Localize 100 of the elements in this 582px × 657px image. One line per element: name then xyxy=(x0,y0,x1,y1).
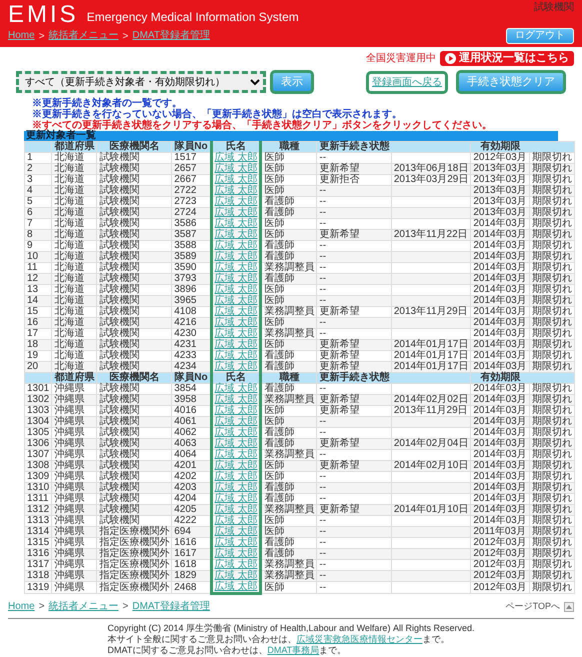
table-cell: 沖縄県 xyxy=(52,460,97,472)
table-cell: 医師 xyxy=(260,174,317,186)
table-cell: 1317 xyxy=(24,560,52,570)
table-cell: 1318 xyxy=(24,570,52,582)
table-cell: 医師 xyxy=(260,472,317,482)
table-cell: 北海道 xyxy=(52,252,97,262)
status-list-button[interactable]: 運用状況一覧はこちら xyxy=(440,51,574,66)
table-cell: 試験機関 xyxy=(96,296,172,306)
table-cell: 4 xyxy=(24,186,52,196)
table-cell: 期限切れ xyxy=(529,262,574,274)
table-cell: 沖縄県 xyxy=(52,450,97,460)
table-cell: 医師 xyxy=(260,406,317,416)
show-button[interactable]: 表示 xyxy=(270,70,314,94)
column-header: 有効期限 xyxy=(470,142,530,152)
table-cell: 2014年03月 xyxy=(470,494,530,504)
table-cell: 2013年03月 xyxy=(470,186,530,196)
table-cell: 期限切れ xyxy=(529,340,574,350)
table-cell: 期限切れ xyxy=(529,504,574,516)
table-cell: 2014年01月17日 xyxy=(391,362,471,372)
breadcrumb-link[interactable]: Home xyxy=(8,30,35,42)
disaster-status-label: 全国災害運用中 xyxy=(366,52,436,66)
table-cell: 2014年03月 xyxy=(470,274,530,284)
table-cell: 看護師 xyxy=(260,538,317,548)
table-cell: 医師 xyxy=(260,460,317,472)
table-cell: 看護師 xyxy=(260,482,317,494)
table-cell: 2013年11月29日 xyxy=(391,306,471,318)
table-cell: 看護師 xyxy=(260,350,317,362)
table-cell: 期限切れ xyxy=(529,208,574,218)
table-cell: 看護師 xyxy=(260,494,317,504)
table-cell: 試験機関 xyxy=(96,438,172,450)
table-cell: 医師 xyxy=(260,152,317,164)
table-cell: 2014年02月10日 xyxy=(391,460,471,472)
table-cell: 期限切れ xyxy=(529,548,574,560)
table-cell: 看護師 xyxy=(260,438,317,450)
table-cell: 沖縄県 xyxy=(52,472,97,482)
table-cell: 指定医療機関外 xyxy=(96,526,172,538)
table-cell: 更新希望 xyxy=(316,164,392,174)
table-cell: 沖縄県 xyxy=(52,416,97,428)
table-cell: 沖縄県 xyxy=(52,548,97,560)
table-cell: 期限切れ xyxy=(529,362,574,372)
table-cell: 2014年03月 xyxy=(470,262,530,274)
table-cell: 医師 xyxy=(260,186,317,196)
table-cell: 2012年03月 xyxy=(470,152,530,164)
table-cell: 沖縄県 xyxy=(52,582,97,594)
table-cell: 看護師 xyxy=(260,252,317,262)
filter-select[interactable]: すべて（更新手続き対象者・有効期限切れ） xyxy=(16,71,266,93)
table-cell: 北海道 xyxy=(52,230,97,240)
table-cell: 期限切れ xyxy=(529,472,574,482)
table-cell: 更新希望 xyxy=(316,362,392,372)
breadcrumb-link[interactable]: 統括者メニュー xyxy=(48,30,119,42)
back-link[interactable]: 登録画面へ戻る xyxy=(366,70,448,94)
table-cell: 2 xyxy=(24,164,52,174)
table-cell: 2014年03月 xyxy=(470,306,530,318)
table-cell: 指定医療機関外 xyxy=(96,582,172,594)
table-cell: 期限切れ xyxy=(529,526,574,538)
breadcrumb-link[interactable]: 統括者メニュー xyxy=(48,600,119,612)
table-cell: 2014年03月 xyxy=(470,482,530,494)
table-cell: 1307 xyxy=(24,450,52,460)
user-label: 試験機関 xyxy=(534,2,574,13)
table-cell: 業務調整員 xyxy=(260,328,317,340)
logout-button[interactable]: ログアウト xyxy=(506,28,574,44)
table-cell: 1312 xyxy=(24,504,52,516)
table-cell: 期限切れ xyxy=(529,252,574,262)
breadcrumb-link[interactable]: DMAT登録者管理 xyxy=(132,600,210,612)
contact-link[interactable]: 広域災害救急医療情報センター xyxy=(296,634,422,644)
table-cell: 北海道 xyxy=(52,208,97,218)
page-top-link[interactable]: ページTOPへ xyxy=(506,600,574,614)
table-cell: -- xyxy=(316,240,392,252)
table-cell: 期限切れ xyxy=(529,406,574,416)
table-cell: 2013年03月 xyxy=(470,174,530,186)
table-cell: 15 xyxy=(24,306,52,318)
table-cell: 1302 xyxy=(24,394,52,406)
table-cell: -- xyxy=(316,494,392,504)
table-cell: 試験機関 xyxy=(96,504,172,516)
table-cell: 2013年03月 xyxy=(470,164,530,174)
table-cell: 1 xyxy=(24,152,52,164)
clear-button[interactable]: 手続き状態クリア xyxy=(456,70,566,94)
contact-link[interactable]: DMAT事務局 xyxy=(267,645,320,655)
column-header: 氏名 xyxy=(211,372,261,384)
table-cell: 期限切れ xyxy=(529,240,574,252)
table-cell: 試験機関 xyxy=(96,262,172,274)
table-cell: 1305 xyxy=(24,428,52,438)
table-cell: 期限切れ xyxy=(529,230,574,240)
contact-text: DMATに関するご意見お問い合わせは、DMAT事務局 まで。 xyxy=(108,645,348,656)
table-cell: 18 xyxy=(24,340,52,350)
breadcrumb-separator: > xyxy=(122,30,128,44)
table-cell: 更新希望 xyxy=(316,460,392,472)
table-cell: 2013年03月 xyxy=(470,196,530,208)
table-cell: 試験機関 xyxy=(96,384,172,394)
table-cell: 2014年03月 xyxy=(470,428,530,438)
breadcrumb-link[interactable]: DMAT登録者管理 xyxy=(132,30,210,42)
table-cell: 期限切れ xyxy=(529,384,574,394)
table-cell: 試験機関 xyxy=(96,494,172,504)
table-cell: 2014年03月 xyxy=(470,362,530,372)
table-cell: 2013年03月 xyxy=(470,208,530,218)
table-cell: 試験機関 xyxy=(96,240,172,252)
breadcrumb-link[interactable]: Home xyxy=(8,600,35,612)
table-cell: 2014年03月 xyxy=(470,472,530,482)
table-cell: 指定医療機関外 xyxy=(96,570,172,582)
table-cell: -- xyxy=(316,318,392,328)
